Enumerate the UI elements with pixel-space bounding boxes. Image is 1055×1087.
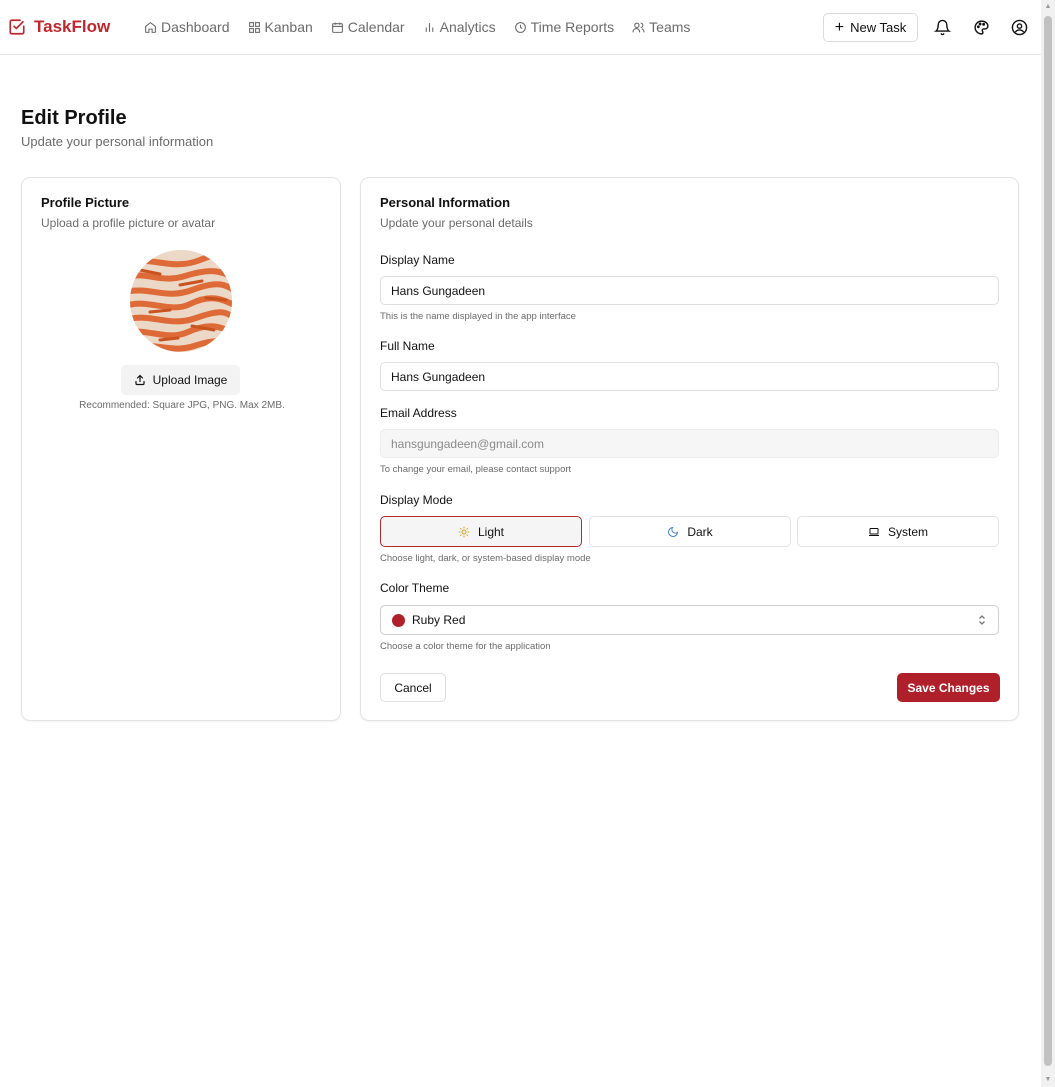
- palette-icon: [973, 19, 989, 35]
- display-mode-light-button[interactable]: Light: [380, 516, 582, 547]
- nav-item-dashboard[interactable]: Dashboard: [144, 17, 230, 37]
- chevron-up-down-icon: [979, 615, 985, 625]
- display-name-value: Hans Gungadeen: [391, 283, 486, 298]
- nav-label: Dashboard: [161, 19, 230, 35]
- page-scrollbar[interactable]: ▲ ▼: [1041, 0, 1055, 1087]
- color-theme-label: Color Theme: [380, 581, 450, 595]
- color-theme-select[interactable]: Ruby Red: [380, 605, 999, 635]
- email-label: Email Address: [380, 406, 457, 420]
- card-title: Personal Information: [380, 195, 511, 210]
- display-mode-dark-button[interactable]: Dark: [589, 516, 791, 547]
- light-label: Light: [477, 524, 505, 539]
- nav-label: Calendar: [347, 19, 405, 35]
- card-title: Profile Picture: [41, 195, 130, 210]
- display-mode-system-button[interactable]: System: [797, 516, 999, 547]
- cancel-button[interactable]: Cancel: [380, 673, 446, 702]
- page-title: Edit Profile: [21, 107, 127, 129]
- nav-label: Teams: [649, 19, 691, 35]
- home-icon: [145, 21, 156, 33]
- clock-icon: [514, 21, 526, 33]
- full-name-label: Full Name: [380, 339, 435, 353]
- nav-item-kanban[interactable]: Kanban: [248, 17, 313, 37]
- users-icon: [632, 22, 645, 32]
- new-task-label: New Task: [850, 20, 907, 35]
- bell-icon: [933, 19, 951, 35]
- avatar: [130, 250, 232, 352]
- brand-logo[interactable]: TaskFlow: [8, 16, 110, 38]
- brand-name: TaskFlow: [34, 17, 111, 36]
- profile-picture-card: Profile Picture Upload a profile picture…: [21, 177, 341, 721]
- laptop-icon: [868, 527, 879, 536]
- card-subtitle: Upload a profile picture or avatar: [41, 216, 216, 230]
- sun-icon: [458, 526, 470, 537]
- nav-item-analytics[interactable]: Analytics: [423, 17, 496, 37]
- full-name-field[interactable]: Hans Gungadeen: [380, 362, 999, 391]
- upload-hint: Recommended: Square JPG, PNG. Max 2MB.: [79, 400, 285, 411]
- email-help: To change your email, please contact sup…: [380, 464, 572, 475]
- display-mode-help: Choose light, dark, or system-based disp…: [380, 553, 591, 564]
- page-subtitle: Update your personal information: [21, 134, 214, 149]
- plus-icon: +: [834, 18, 845, 36]
- email-field: hansgungadeen@gmail.com: [380, 429, 999, 458]
- upload-image-button[interactable]: Upload Image: [121, 365, 240, 395]
- color-theme-value: Ruby Red: [412, 613, 466, 627]
- save-changes-button[interactable]: Save Changes: [897, 673, 1000, 702]
- display-name-label: Display Name: [380, 253, 455, 267]
- grid-icon: [248, 21, 260, 33]
- scroll-down-arrow-icon[interactable]: ▼: [1044, 1076, 1052, 1084]
- dark-label: Dark: [687, 524, 713, 539]
- scroll-up-arrow-icon[interactable]: ▲: [1044, 3, 1052, 11]
- nav-item-calendar[interactable]: Calendar: [331, 17, 405, 37]
- nav-label: Kanban: [264, 19, 313, 35]
- upload-icon: [135, 374, 145, 386]
- top-navigation-bar: TaskFlow Dashboard Kanban Calendar Analy…: [0, 0, 1041, 55]
- nav-label: Analytics: [439, 19, 496, 35]
- calendar-icon: [331, 22, 343, 33]
- main-nav: Dashboard Kanban Calendar Analytics Time…: [144, 17, 690, 37]
- display-name-help: This is the name displayed in the app in…: [380, 311, 576, 322]
- display-mode-label: Display Mode: [380, 493, 453, 507]
- color-swatch: [392, 613, 405, 627]
- new-task-button[interactable]: + New Task: [823, 13, 918, 42]
- nav-label: Time Reports: [530, 19, 615, 35]
- full-name-value: Hans Gungadeen: [391, 369, 486, 384]
- avatar-image: [130, 250, 232, 352]
- check-square-icon: [9, 19, 25, 35]
- theme-palette-button[interactable]: [971, 17, 991, 37]
- card-subtitle: Update your personal details: [380, 216, 533, 230]
- nav-item-time-reports[interactable]: Time Reports: [514, 17, 615, 37]
- scrollbar-thumb[interactable]: [1044, 16, 1052, 1066]
- user-account-button[interactable]: [1009, 17, 1029, 37]
- bar-chart-icon: [425, 22, 433, 32]
- email-value: hansgungadeen@gmail.com: [391, 436, 544, 451]
- moon-icon: [668, 526, 679, 537]
- upload-image-label: Upload Image: [152, 373, 228, 387]
- system-label: System: [887, 524, 928, 539]
- color-theme-help: Choose a color theme for the application: [380, 641, 551, 652]
- user-circle-icon: [1011, 19, 1027, 35]
- display-name-field[interactable]: Hans Gungadeen: [380, 276, 999, 305]
- notifications-button[interactable]: [932, 17, 952, 37]
- nav-item-teams[interactable]: Teams: [632, 17, 690, 37]
- personal-information-card: Personal Information Update your persona…: [360, 177, 1019, 721]
